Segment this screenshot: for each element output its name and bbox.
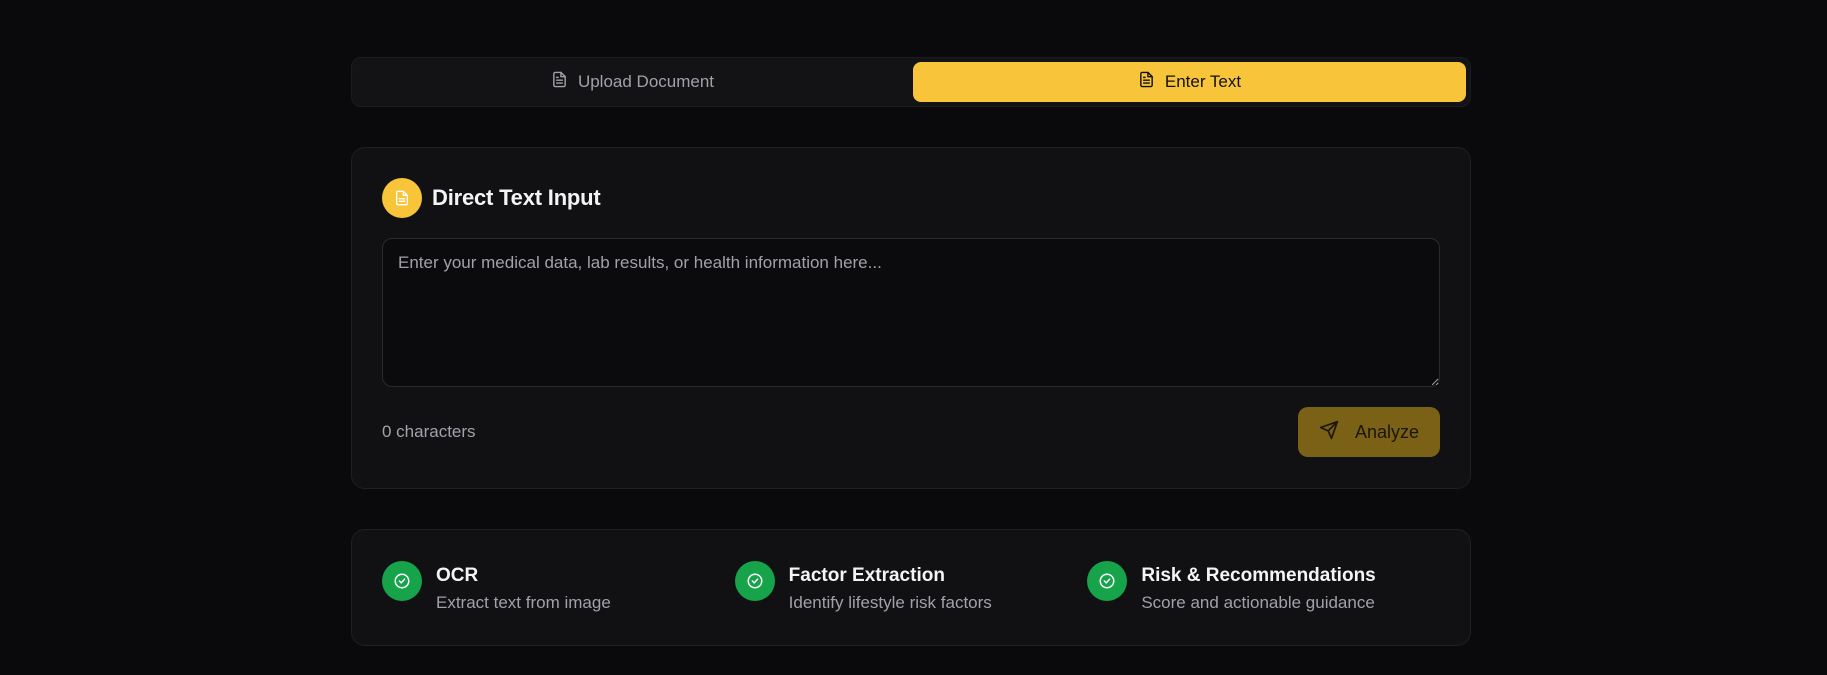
tab-label: Enter Text xyxy=(1164,72,1242,91)
analyze-label: Analyze xyxy=(1354,421,1420,442)
feature-description: Score and actionable guidance xyxy=(1141,593,1375,612)
check-circle-icon xyxy=(734,561,775,601)
features-panel: OCR Extract text from image Factor Extra… xyxy=(351,529,1471,646)
feature-description: Extract text from image xyxy=(436,593,611,612)
main-container: Upload Document Enter Text Direct Text I… xyxy=(351,57,1471,646)
document-icon xyxy=(551,71,568,93)
tab-enter-text[interactable]: Enter Text xyxy=(913,62,1466,102)
feature-title: OCR xyxy=(436,565,479,586)
feature-title: Factor Extraction xyxy=(788,565,945,586)
character-count: 0 characters xyxy=(382,422,476,441)
card-header: Direct Text Input xyxy=(382,178,1439,218)
tab-label: Upload Document xyxy=(577,72,715,91)
text-input-card: Direct Text Input 0 characters Analyze xyxy=(351,147,1471,489)
check-circle-icon xyxy=(382,561,422,601)
card-title: Direct Text Input xyxy=(432,185,601,210)
mode-tabs: Upload Document Enter Text xyxy=(351,57,1471,107)
analyze-button[interactable]: Analyze xyxy=(1298,407,1440,457)
feature-factor-extraction: Factor Extraction Identify lifestyle ris… xyxy=(734,561,1088,613)
feature-risk-recommendations: Risk & Recommendations Score and actiona… xyxy=(1087,561,1440,613)
feature-description: Identify lifestyle risk factors xyxy=(788,593,992,612)
check-circle-icon xyxy=(1087,561,1128,601)
card-footer: 0 characters Analyze xyxy=(382,407,1440,457)
document-icon xyxy=(1138,71,1155,93)
feature-title: Risk & Recommendations xyxy=(1141,565,1376,586)
tab-upload-document[interactable]: Upload Document xyxy=(356,62,909,102)
send-icon xyxy=(1319,420,1339,445)
medical-text-input[interactable] xyxy=(382,238,1440,387)
document-icon xyxy=(382,178,422,218)
feature-ocr: OCR Extract text from image xyxy=(382,561,735,613)
